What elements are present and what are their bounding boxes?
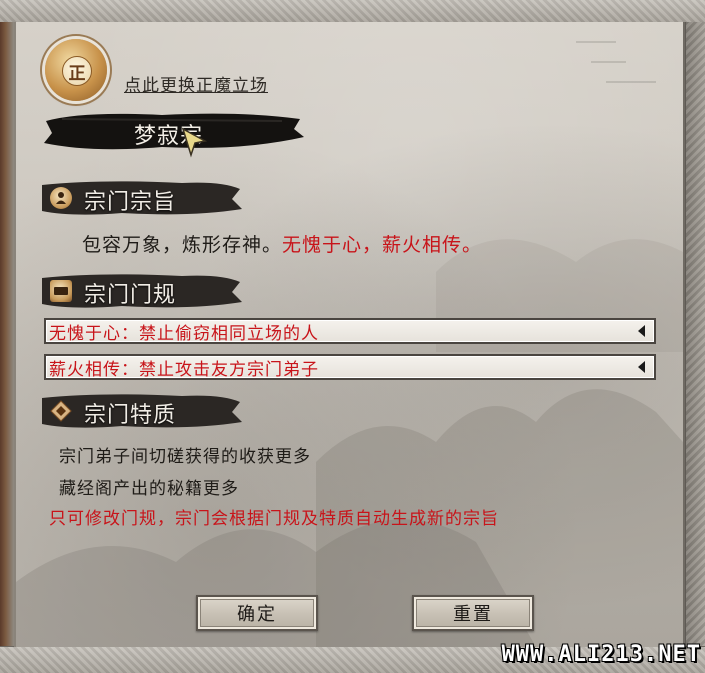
reset-button[interactable]: 重置 bbox=[412, 595, 534, 631]
sect-name-banner: 梦寂宗 bbox=[42, 107, 304, 157]
traits-diamond-icon bbox=[50, 400, 72, 422]
switch-alignment-link[interactable]: 点此更换正魔立场 bbox=[124, 71, 268, 96]
sect-settings-panel: 正 点此更换正魔立场 梦寂宗 宗门宗旨 包容万象，炼形存神。无愧于心，薪火相传。… bbox=[14, 22, 685, 647]
rule-select-2[interactable]: 薪火相传：禁止攻击友方宗门弟子 bbox=[44, 354, 656, 380]
rules-section-header: 宗门门规 bbox=[42, 272, 242, 310]
trait-item-1: 宗门弟子间切磋获得的收获更多 bbox=[59, 447, 311, 467]
dropdown-arrow-icon[interactable] bbox=[638, 361, 645, 373]
edit-hint-text: 只可修改门规，宗门会根据门规及特质自动生成新的宗旨 bbox=[49, 509, 499, 529]
traits-section-header: 宗门特质 bbox=[42, 392, 242, 430]
tenet-header-title: 宗门宗旨 bbox=[84, 190, 177, 215]
tenet-person-icon bbox=[50, 187, 72, 209]
rule-select-2-value: 薪火相传：禁止攻击友方宗门弟子 bbox=[49, 359, 319, 380]
rule-select-1-value: 无愧于心：禁止偷窃相同立场的人 bbox=[49, 323, 319, 344]
dropdown-arrow-icon[interactable] bbox=[638, 325, 645, 337]
tenet-text-normal: 包容万象，炼形存神。 bbox=[82, 234, 283, 256]
frame-left-border bbox=[0, 22, 14, 647]
tenet-text: 包容万象，炼形存神。无愧于心，薪火相传。 bbox=[82, 230, 482, 257]
confirm-button[interactable]: 确定 bbox=[196, 595, 318, 631]
rules-header-title: 宗门门规 bbox=[84, 283, 177, 308]
traits-header-title: 宗门特质 bbox=[84, 403, 177, 428]
site-watermark: WWW.ALI213.NET bbox=[501, 642, 701, 667]
mouse-cursor-icon bbox=[181, 127, 207, 158]
tenet-text-red: 无愧于心，薪火相传。 bbox=[282, 234, 483, 256]
frame-top-border bbox=[0, 0, 705, 23]
trait-item-2: 藏经阁产出的秘籍更多 bbox=[59, 479, 239, 499]
alignment-emblem-icon[interactable]: 正 bbox=[45, 39, 107, 101]
rule-select-1[interactable]: 无愧于心：禁止偷窃相同立场的人 bbox=[44, 318, 656, 344]
tenet-section-header: 宗门宗旨 bbox=[42, 179, 242, 217]
rules-scroll-icon bbox=[50, 280, 72, 302]
alignment-emblem-char: 正 bbox=[62, 56, 92, 86]
